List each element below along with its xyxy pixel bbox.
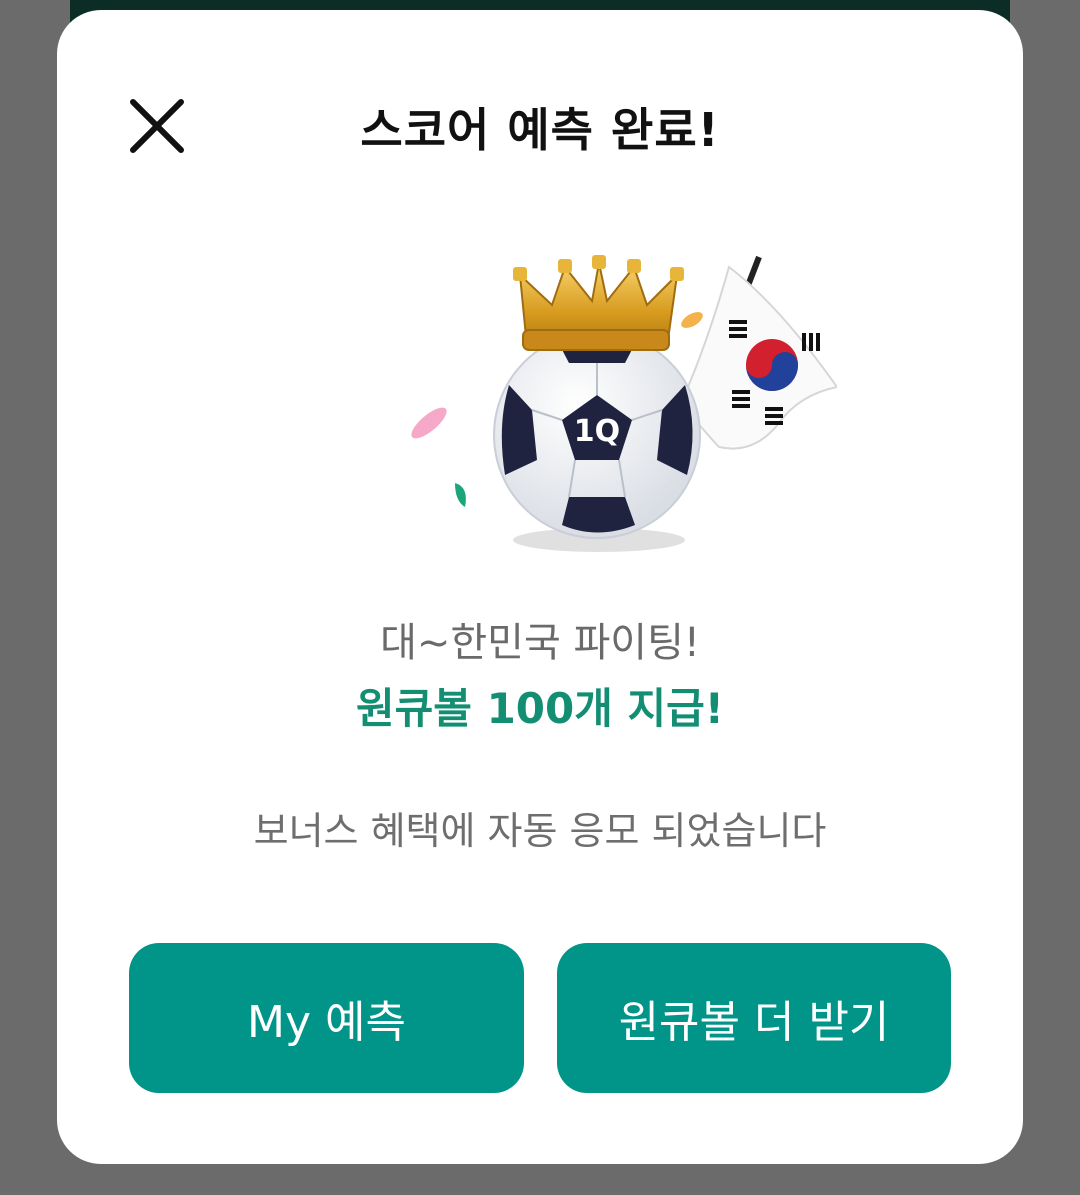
prediction-complete-dialog: 스코어 예측 완료! 1Q 대~한민국 파이팅! 원큐볼 100개 지급! 보너…: [57, 10, 1023, 1164]
korean-flag-icon: [679, 265, 837, 450]
pink-confetti: [411, 407, 447, 439]
green-confetti: [455, 483, 466, 507]
crown-icon: [513, 255, 684, 351]
reward-message: 원큐볼 100개 지급!: [356, 684, 724, 733]
orange-confetti: [681, 312, 703, 328]
cheer-message: 대~한민국 파이팅!: [380, 620, 700, 666]
bonus-notice: 보너스 혜택에 자동 응모 되었습니다: [253, 809, 827, 853]
dialog-title: 스코어 예측 완료!: [360, 103, 720, 157]
soccer-ball-icon: 1Q: [493, 331, 701, 539]
my-prediction-button[interactable]: My 예측: [129, 943, 524, 1093]
ball-logo-text: 1Q: [574, 414, 620, 449]
hero-illustration: 1Q: [337, 235, 837, 565]
get-more-balls-button[interactable]: 원큐볼 더 받기: [557, 943, 951, 1093]
